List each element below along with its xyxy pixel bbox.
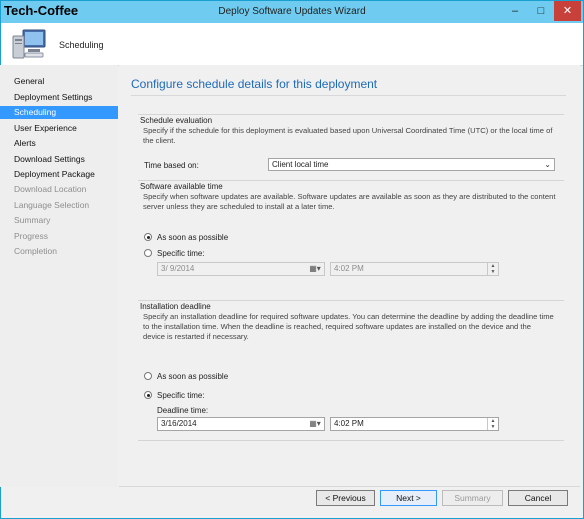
available-date-value: 3/ 9/2014: [161, 264, 195, 273]
available-asap-radio[interactable]: [144, 233, 152, 241]
calendar-icon: ▦▾: [309, 264, 321, 273]
summary-button: Summary: [442, 490, 503, 506]
deadline-time-field[interactable]: 4:02 PM ▲ ▼: [330, 417, 499, 431]
page-title: Configure schedule details for this depl…: [131, 77, 378, 91]
available-time-field: 4:02 PM ▲ ▼: [330, 262, 499, 276]
nav-item-download-location: Download Location: [14, 184, 87, 194]
nav-item-user-experience[interactable]: User Experience: [0, 122, 118, 135]
previous-button[interactable]: < Previous: [316, 490, 375, 506]
header-page-label: Scheduling: [59, 40, 104, 50]
spinner-icon[interactable]: ▲ ▼: [487, 418, 498, 430]
nav-item-progress: Progress: [14, 231, 49, 241]
nav-item-general[interactable]: General: [0, 75, 118, 88]
time-based-label: Time based on:: [144, 161, 199, 170]
minimize-button[interactable]: –: [502, 1, 528, 21]
deadline-group-bottom: [138, 440, 564, 441]
deadline-time-label: Deadline time:: [157, 406, 209, 415]
nav-item-alerts[interactable]: Alerts: [0, 137, 118, 150]
available-asap-label[interactable]: As soon as possible: [157, 233, 228, 242]
deadline-date-value: 3/16/2014: [161, 419, 197, 428]
nav-item-summary: Summary: [14, 215, 51, 225]
maximize-button[interactable]: □: [528, 1, 554, 21]
schedule-evaluation-desc-2: the client.: [143, 136, 176, 145]
installation-deadline-desc-2: to the installation time. When the deadl…: [143, 322, 531, 331]
software-available-desc-1: Specify when software updates are availa…: [143, 192, 556, 201]
cancel-button[interactable]: Cancel: [508, 490, 568, 506]
schedule-evaluation-title: Schedule evaluation: [140, 116, 213, 125]
title-bar[interactable]: Tech-Coffee Deploy Software Updates Wiza…: [1, 1, 583, 23]
time-based-value: Client local time: [272, 160, 329, 169]
schedule-evaluation-group: [138, 114, 564, 115]
available-specific-radio[interactable]: [144, 249, 152, 257]
nav-item-language-selection: Language Selection: [14, 200, 90, 210]
software-available-desc-2: server unless they are scheduled to inst…: [143, 202, 335, 211]
deadline-specific-label[interactable]: Specific time:: [157, 391, 205, 400]
computer-icon: [12, 29, 46, 59]
software-available-group: [138, 180, 564, 181]
available-specific-label[interactable]: Specific time:: [157, 249, 205, 258]
spinner-icon: ▲ ▼: [487, 263, 498, 275]
installation-deadline-title: Installation deadline: [140, 302, 211, 311]
deadline-specific-radio[interactable]: [144, 391, 152, 399]
wizard-header: Scheduling: [1, 23, 583, 66]
calendar-icon[interactable]: ▦▾: [308, 419, 322, 429]
schedule-evaluation-desc-1: Specify if the schedule for this deploym…: [143, 126, 553, 135]
window-title: Deploy Software Updates Wizard: [218, 6, 366, 17]
installation-deadline-group: [138, 300, 564, 301]
installation-deadline-desc-3: device is restarted if necessary.: [143, 332, 249, 341]
nav-item-download-settings[interactable]: Download Settings: [0, 153, 118, 166]
available-time-value: 4:02 PM: [334, 264, 364, 273]
chevron-down-icon: ⌄: [544, 160, 551, 169]
available-date-field: 3/ 9/2014 ▦▾: [157, 262, 325, 276]
nav-item-deployment-settings[interactable]: Deployment Settings: [0, 91, 118, 104]
deadline-date-field[interactable]: 3/16/2014 ▦▾: [157, 417, 325, 431]
deadline-time-value: 4:02 PM: [334, 419, 364, 428]
footer-divider: [119, 486, 580, 487]
nav-item-scheduling[interactable]: Scheduling: [0, 106, 118, 119]
software-available-title: Software available time: [140, 182, 223, 191]
next-button[interactable]: Next >: [380, 490, 437, 506]
nav-item-deployment-package[interactable]: Deployment Package: [0, 168, 118, 181]
deadline-asap-radio[interactable]: [144, 372, 152, 380]
close-button[interactable]: ✕: [554, 1, 581, 21]
nav-item-completion: Completion: [14, 246, 57, 256]
deadline-asap-label[interactable]: As soon as possible: [157, 372, 228, 381]
wizard-nav: General Deployment Settings Scheduling U…: [0, 65, 118, 487]
heading-divider: [131, 95, 566, 96]
installation-deadline-desc-1: Specify an installation deadline for req…: [143, 312, 554, 321]
time-based-select[interactable]: Client local time ⌄: [268, 158, 555, 171]
